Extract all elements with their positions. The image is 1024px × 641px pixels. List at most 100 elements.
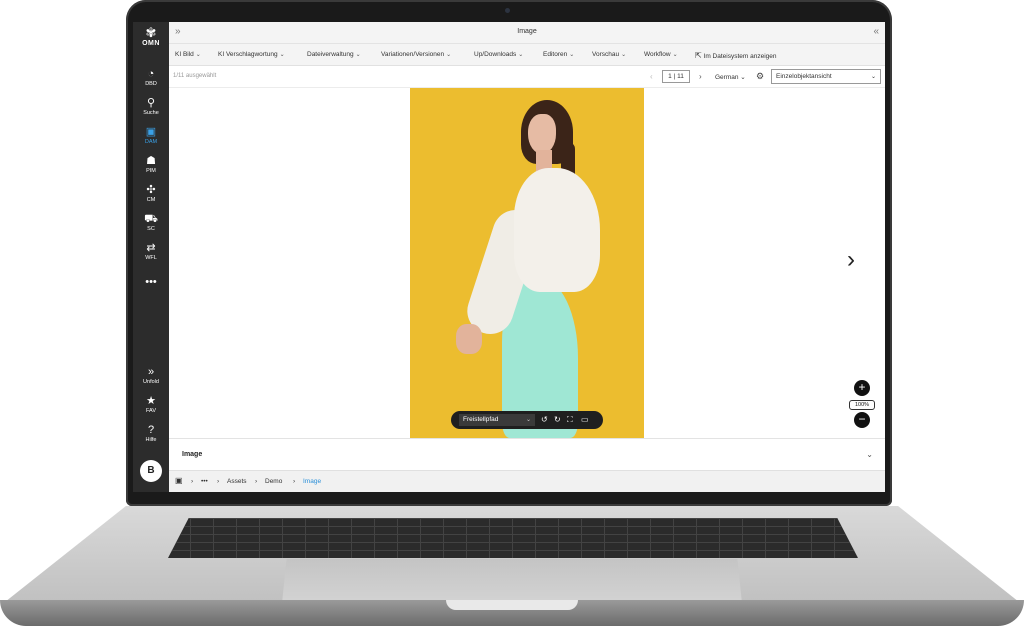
sidebar-item-label: FAV bbox=[146, 408, 156, 414]
keyboard bbox=[168, 518, 858, 558]
chevron-down-icon: ⌄ bbox=[569, 52, 575, 58]
sidebar-item-unfold[interactable]: » Unfold bbox=[133, 366, 169, 386]
sidebar-item-wfl[interactable]: ⇄ WFL bbox=[133, 242, 169, 262]
sidebar-item-label: Hilfe bbox=[145, 437, 157, 443]
sidebar-item-label: CM bbox=[146, 197, 156, 203]
pager-input[interactable]: 1 | 11 bbox=[662, 70, 690, 83]
zoom-level: 100% bbox=[849, 400, 875, 410]
pager-prev-icon[interactable]: ‹ bbox=[650, 72, 653, 81]
menu-ki-verschlagwortung[interactable]: KI Verschlagwortung ⌄ bbox=[218, 51, 285, 58]
breadcrumb-separator-icon: › bbox=[191, 478, 194, 485]
zoom-in-button[interactable]: + bbox=[854, 380, 870, 396]
breadcrumb-separator-icon: › bbox=[255, 478, 258, 485]
menu-ki-bild[interactable]: KI Bild ⌄ bbox=[175, 51, 201, 58]
menu-label: Up/Downloads bbox=[474, 51, 517, 58]
avatar[interactable]: B bbox=[140, 460, 162, 482]
collapse-right-icon[interactable]: « bbox=[873, 26, 879, 37]
sidebar-item-dam[interactable]: ▣ DAM bbox=[133, 126, 169, 146]
breadcrumb-assets[interactable]: Assets bbox=[227, 478, 247, 485]
chevron-down-icon: ⌄ bbox=[621, 52, 627, 58]
menu-label: Dateiverwaltung bbox=[307, 51, 354, 58]
breadcrumb-image[interactable]: Image bbox=[303, 478, 321, 485]
cart-icon: ⛟ bbox=[144, 213, 158, 225]
sidebar-item-label: WFL bbox=[145, 255, 157, 261]
menu-workflow[interactable]: Workflow ⌄ bbox=[644, 51, 678, 58]
dam-icon[interactable]: ▣ bbox=[175, 476, 183, 485]
bee-logo-icon: ✾ bbox=[145, 25, 157, 40]
image-canvas: Freistellpfad ⌄ ↺ ↻ ⛶ ▭ › + 100% − bbox=[169, 88, 885, 438]
fullscreen-icon[interactable]: ⛶ bbox=[567, 414, 573, 426]
pager-next-icon[interactable]: › bbox=[699, 72, 702, 81]
sidebar-item-label: Unfold bbox=[143, 379, 159, 385]
sidebar-item-label: SC bbox=[147, 226, 155, 232]
menu-label: KI Verschlagwortung bbox=[218, 51, 278, 58]
menu-label: Workflow bbox=[644, 51, 671, 58]
camera-dot bbox=[505, 8, 510, 13]
menu-label: Vorschau bbox=[592, 51, 620, 58]
language-select[interactable]: German ⌄ bbox=[715, 73, 746, 81]
menu-bar: KI Bild ⌄ KI Verschlagwortung ⌄ Dateiverwa… bbox=[169, 44, 885, 66]
sidebar-item-label: DBD bbox=[145, 81, 157, 87]
chevron-down-icon: ⌄ bbox=[279, 52, 285, 58]
image-tool-bar: Freistellpfad ⌄ ↺ ↻ ⛶ ▭ bbox=[451, 411, 603, 429]
breadcrumb-more[interactable]: ••• bbox=[201, 478, 208, 485]
dam-icon: ▣ bbox=[145, 126, 157, 138]
sidebar-item-fav[interactable]: ★ FAV bbox=[133, 395, 169, 415]
keyboard-keys bbox=[168, 518, 858, 558]
laptop-frame: ✾ OMN ◔ DBD ⚲ Suche ▣ DAM ☗ PIM ✣ CM ⛟ S… bbox=[0, 0, 1024, 641]
menu-variationen[interactable]: Variationen/Versionen ⌄ bbox=[381, 51, 451, 58]
chevron-down-icon: ⌄ bbox=[672, 52, 678, 58]
app-logo[interactable]: ✾ OMN bbox=[133, 25, 169, 48]
details-panel-header[interactable]: Image ⌄ bbox=[169, 438, 885, 470]
image-hands bbox=[456, 324, 482, 354]
menu-editoren[interactable]: Editoren ⌄ bbox=[543, 51, 574, 58]
title-bar: » Image « bbox=[169, 22, 885, 44]
unfold-icon: » bbox=[147, 366, 155, 378]
view-toolbar: 1/11 ausgewählt ‹ 1 | 11 › German ⌄ ⚙ Ei… bbox=[169, 66, 885, 88]
zoom-out-button[interactable]: − bbox=[854, 412, 870, 428]
rotate-left-icon[interactable]: ↺ bbox=[541, 414, 548, 426]
menu-label: Editoren bbox=[543, 51, 568, 58]
menu-filesystem[interactable]: ⇱ Im Dateisystem anzeigen bbox=[695, 51, 777, 60]
sidebar-item-dbd[interactable]: ◔ DBD bbox=[133, 68, 169, 88]
compare-icon[interactable]: ▭ bbox=[581, 414, 589, 426]
selection-count: 1/11 ausgewählt bbox=[173, 73, 217, 79]
sidebar-item-more[interactable]: ••• bbox=[133, 276, 169, 288]
trackpad bbox=[282, 559, 742, 603]
breadcrumb-separator-icon: › bbox=[217, 478, 220, 485]
chevron-down-icon: ⌄ bbox=[525, 417, 531, 423]
sidebar-item-hilfe[interactable]: ? Hilfe bbox=[133, 424, 169, 444]
sidebar-item-cm[interactable]: ✣ CM bbox=[133, 184, 169, 204]
sidebar-item-pim[interactable]: ☗ PIM bbox=[133, 155, 169, 175]
clipping-path-select[interactable]: Freistellpfad ⌄ bbox=[459, 414, 535, 426]
sidebar-item-label: Suche bbox=[143, 110, 159, 116]
external-link-icon: ⇱ bbox=[695, 51, 702, 60]
next-asset-icon[interactable]: › bbox=[847, 246, 855, 274]
menu-label: Variationen/Versionen bbox=[381, 51, 445, 58]
gear-icon[interactable]: ⚙ bbox=[756, 71, 764, 82]
clipping-path-label: Freistellpfad bbox=[463, 416, 499, 423]
asset-image[interactable] bbox=[410, 88, 644, 438]
sidebar-item-label: DAM bbox=[144, 139, 158, 145]
menu-up-downloads[interactable]: Up/Downloads ⌄ bbox=[474, 51, 523, 58]
chevron-down-icon: ⌄ bbox=[446, 52, 452, 58]
sidebar-item-sc[interactable]: ⛟ SC bbox=[133, 213, 169, 233]
help-icon: ? bbox=[147, 424, 155, 436]
chevron-down-icon: ⌄ bbox=[195, 52, 201, 58]
menu-dateiverwaltung[interactable]: Dateiverwaltung ⌄ bbox=[307, 51, 361, 58]
laptop-base bbox=[0, 506, 1024, 641]
menu-vorschau[interactable]: Vorschau ⌄ bbox=[592, 51, 626, 58]
cm-icon: ✣ bbox=[146, 184, 156, 196]
breadcrumb: ▣ › ••• › Assets › Demo › Image bbox=[169, 470, 885, 492]
more-icon: ••• bbox=[145, 276, 157, 288]
view-mode-select[interactable]: Einzelobjektansicht ⌄ bbox=[771, 69, 881, 84]
window-title: Image bbox=[517, 28, 537, 35]
logo-text: OMN bbox=[142, 40, 160, 47]
breadcrumb-demo[interactable]: Demo bbox=[265, 478, 282, 485]
chevron-down-icon[interactable]: ⌄ bbox=[866, 450, 873, 459]
panel-title: Image bbox=[182, 451, 203, 458]
laptop-notch bbox=[446, 600, 578, 610]
chevron-down-icon: ⌄ bbox=[355, 52, 361, 58]
sidebar-item-suche[interactable]: ⚲ Suche bbox=[133, 97, 169, 117]
rotate-right-icon[interactable]: ↻ bbox=[554, 414, 561, 426]
